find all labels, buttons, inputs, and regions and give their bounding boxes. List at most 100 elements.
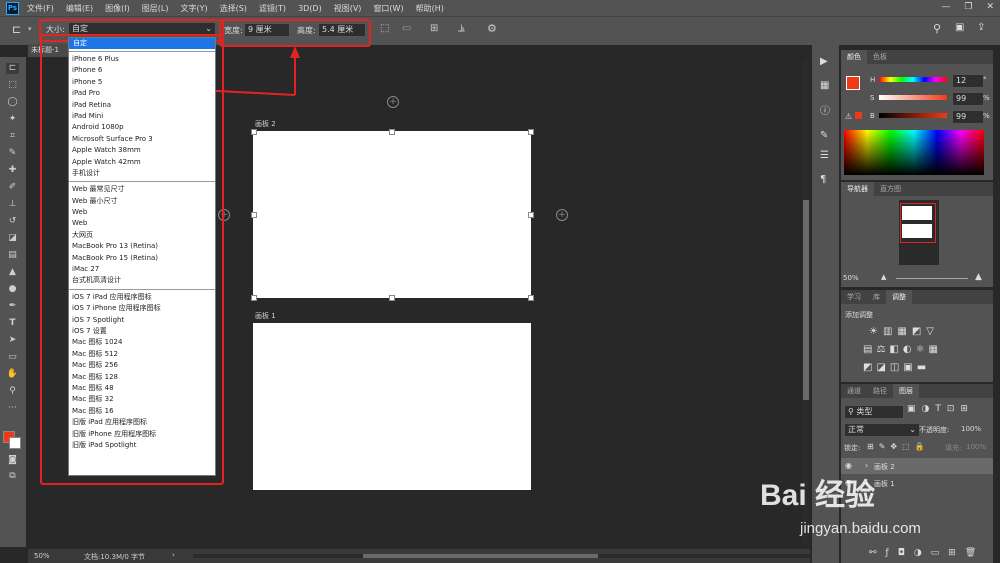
tab-libraries[interactable]: 库 (867, 290, 886, 304)
foreground-swatch[interactable] (846, 76, 860, 90)
screen-mode-icon[interactable]: ⧉ (6, 471, 19, 482)
menu-3d[interactable]: 3D(D) (298, 4, 322, 13)
fill-value[interactable]: 100% (966, 443, 986, 451)
history-brush-icon[interactable]: ↺ (6, 216, 19, 227)
menu-select[interactable]: 选择(S) (220, 3, 247, 14)
play-icon[interactable]: ▶ (820, 56, 828, 67)
menu-layer[interactable]: 图层(L) (142, 3, 169, 14)
align-icon[interactable]: ⫡ (458, 23, 465, 34)
menu-type[interactable]: 文字(Y) (180, 3, 207, 14)
lock-icons[interactable]: ⊞✎✥⬚🔒 (867, 442, 930, 451)
add-artboard-right-icon[interactable]: + (556, 209, 568, 221)
path-select-icon[interactable]: ➤ (6, 335, 19, 346)
type-tool-icon[interactable]: T (6, 318, 19, 329)
resize-handle[interactable] (389, 295, 395, 301)
resize-handle[interactable] (528, 129, 534, 135)
brightness-field[interactable]: 99 (952, 110, 984, 124)
tab-histogram[interactable]: 直方图 (874, 182, 907, 196)
tab-navigator[interactable]: 导航器 (841, 182, 874, 196)
tab-paths[interactable]: 路径 (867, 384, 893, 398)
tab-adjustments[interactable]: 调整 (886, 290, 912, 304)
adjustment-icons-row-3[interactable]: ◩◪◫▣▬ (863, 362, 930, 373)
portrait-icon[interactable]: ⬚ (380, 23, 389, 34)
menu-window[interactable]: 窗口(W) (373, 3, 403, 14)
vertical-scroll-thumb[interactable] (803, 200, 809, 400)
brightness-slider[interactable] (879, 113, 947, 118)
resize-handle[interactable] (251, 129, 257, 135)
navigator-preview[interactable] (899, 200, 939, 265)
magic-wand-icon[interactable]: ✦ (6, 114, 19, 125)
layer-filter-select[interactable]: ⚲ 类型 (844, 405, 904, 419)
height-field[interactable]: 5.4 厘米 (318, 23, 366, 37)
minimize-icon[interactable]: — (941, 2, 950, 12)
zoom-out-icon[interactable]: ▲ (881, 273, 886, 281)
tab-color[interactable]: 颜色 (841, 50, 867, 64)
zoom-tool-icon[interactable]: ⚲ (6, 386, 19, 397)
artboard-tool-icon[interactable]: ⊏ (6, 63, 19, 74)
view-box[interactable] (900, 203, 936, 243)
brush-tool-icon[interactable]: ✐ (6, 182, 19, 193)
sliders-icon[interactable]: ☰ (820, 150, 829, 161)
artboard-2[interactable] (253, 131, 531, 298)
navigator-zoom[interactable]: 50% (843, 274, 859, 282)
more-tools-icon[interactable]: ··· (6, 403, 19, 414)
artboard-tool-icon[interactable]: ⊏ (12, 23, 21, 36)
blur-tool-icon[interactable]: ▲ (6, 267, 19, 278)
shape-tool-icon[interactable]: ▭ (6, 352, 19, 363)
pen-tool-icon[interactable]: ✒ (6, 301, 19, 312)
resize-handle[interactable] (389, 129, 395, 135)
close-icon[interactable]: ✕ (986, 2, 994, 12)
expand-icon[interactable]: › (865, 461, 868, 470)
tab-layers[interactable]: 图层 (893, 384, 919, 398)
zoom-in-icon[interactable]: ▲ (975, 272, 982, 282)
resize-handle[interactable] (528, 295, 534, 301)
artboard-1-label[interactable]: 画板 1 (255, 311, 276, 321)
resize-handle[interactable] (251, 212, 257, 218)
workspace-icon[interactable]: ▣ (955, 22, 964, 33)
adjustment-icons-row-2[interactable]: ▤⚖◧◐⚛▦ (863, 344, 942, 355)
menu-view[interactable]: 视图(V) (334, 3, 362, 14)
add-artboard-icon[interactable]: ⊞ (430, 23, 438, 34)
gradient-tool-icon[interactable]: ▤ (6, 250, 19, 261)
quick-mask-icon[interactable]: ◙ (6, 455, 19, 466)
resize-handle[interactable] (528, 212, 534, 218)
search-icon[interactable]: ⚲ (933, 22, 941, 35)
blend-mode-select[interactable]: 正常 ⌄ (844, 423, 920, 437)
saturation-field[interactable]: 99 (952, 92, 984, 106)
color-spectrum[interactable] (844, 130, 984, 175)
character-icon[interactable]: ¶ (820, 174, 826, 185)
width-field[interactable]: 9 厘米 (244, 23, 290, 37)
zoom-level[interactable]: 50% (34, 552, 50, 560)
artboard-1[interactable] (253, 323, 531, 490)
artboard-2-label[interactable]: 画板 2 (255, 119, 276, 129)
add-artboard-top-icon[interactable]: + (387, 96, 399, 108)
gamut-swatch[interactable] (855, 112, 862, 119)
eraser-icon[interactable]: ◪ (6, 233, 19, 244)
healing-brush-icon[interactable]: ✚ (6, 165, 19, 176)
menu-image[interactable]: 图像(I) (105, 3, 130, 14)
lasso-tool-icon[interactable]: ◯ (6, 97, 19, 108)
adjustment-icons-row-1[interactable]: ☀▥▦◩▽ (869, 326, 939, 337)
tab-channels[interactable]: 通道 (841, 384, 867, 398)
info-icon[interactable]: ⓘ (820, 102, 830, 117)
resize-handle[interactable] (251, 295, 257, 301)
saturation-slider[interactable] (879, 95, 947, 100)
stamp-tool-icon[interactable]: ⊥ (6, 199, 19, 210)
horizontal-scrollbar[interactable] (193, 554, 813, 558)
gear-icon[interactable]: ⚙ (487, 22, 497, 35)
landscape-icon[interactable]: ▭ (402, 23, 411, 34)
share-icon[interactable]: ⇪ (977, 22, 985, 33)
crop-tool-icon[interactable]: ⌗ (6, 131, 19, 142)
eyedropper-icon[interactable]: ✎ (6, 148, 19, 159)
marquee-tool-icon[interactable]: ⬚ (6, 80, 19, 91)
tab-swatches[interactable]: 色板 (867, 50, 893, 64)
tool-preset-chevron-icon[interactable]: ▾ (28, 25, 32, 33)
status-arrow-icon[interactable]: › (172, 551, 175, 559)
hue-slider[interactable] (879, 77, 947, 82)
tab-learn[interactable]: 学习 (841, 290, 867, 304)
visibility-icon[interactable]: ◉ (845, 461, 852, 470)
background-color-swatch[interactable] (9, 437, 21, 449)
zoom-slider[interactable] (896, 278, 968, 279)
properties-icon[interactable]: ▦ (820, 80, 829, 91)
restore-icon[interactable]: ❐ (964, 2, 972, 12)
